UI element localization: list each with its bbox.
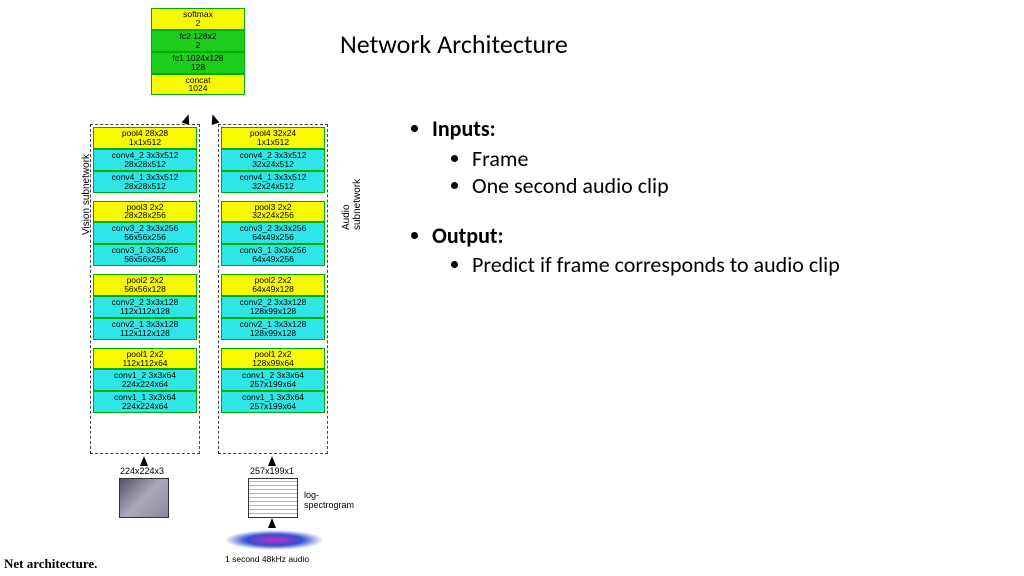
layer-block: conv2_2 3x3x128 112x112x128 (93, 296, 197, 318)
arrow-icon (268, 456, 276, 466)
waveform-label: 1 second 48kHz audio (225, 554, 309, 564)
layer-block: pool2 2x2 64x49x128 (221, 274, 325, 296)
layer-block: conv2_1 3x3x128 112x112x128 (93, 318, 197, 340)
frame-thumbnail (119, 478, 169, 518)
output-heading: Output: (432, 222, 840, 250)
audio-subnetwork: pool4 32x24 1x1x512conv4_2 3x3x512 32x24… (218, 124, 328, 454)
bullet-list: Inputs: Frame One second audio clip Outp… (410, 115, 840, 279)
layer-block: pool1 2x2 112x112x64 (93, 348, 197, 370)
layer-block: pool2 2x2 56x56x128 (93, 274, 197, 296)
layer-block: conv3_1 3x3x256 64x49x256 (221, 244, 325, 266)
page-title: Network Architecture (340, 28, 568, 60)
layer-block: conv3_2 3x3x256 56x56x256 (93, 222, 197, 244)
output-item: Predict if frame corresponds to audio cl… (472, 251, 840, 279)
layer-block: pool4 28x28 1x1x512 (93, 127, 197, 149)
layer-block: conv1_1 3x3x64 257x199x64 (221, 391, 325, 413)
layer-block: concat 1024 (151, 74, 245, 96)
layer-block: conv3_1 3x3x256 56x56x256 (93, 244, 197, 266)
layer-block: conv2_1 3x3x128 128x99x128 (221, 318, 325, 340)
layer-block: fc2 128x2 2 (151, 30, 245, 52)
figure-caption: Net architecture. (4, 556, 97, 572)
arrow-icon (268, 518, 276, 528)
layer-block: conv1_2 3x3x64 257x199x64 (221, 369, 325, 391)
layer-group: pool1 2x2 112x112x64conv1_2 3x3x64 224x2… (93, 348, 197, 414)
input-item: Frame (472, 145, 840, 173)
layer-block: pool1 2x2 128x99x64 (221, 348, 325, 370)
architecture-diagram: softmax 2fc2 128x2 2fc1 1024x128 128conc… (28, 0, 358, 576)
layer-block: conv4_1 3x3x512 28x28x512 (93, 171, 197, 193)
layer-block: conv3_2 3x3x256 64x49x256 (221, 222, 325, 244)
layer-block: conv4_2 3x3x512 28x28x512 (93, 149, 197, 171)
layer-block: pool3 2x2 28x28x256 (93, 201, 197, 223)
layer-group: pool2 2x2 56x56x128conv2_2 3x3x128 112x1… (93, 274, 197, 340)
inputs-heading: Inputs: (432, 115, 840, 143)
layer-block: conv1_2 3x3x64 224x224x64 (93, 369, 197, 391)
layer-block: conv2_2 3x3x128 128x99x128 (221, 296, 325, 318)
layer-block: softmax 2 (151, 8, 245, 30)
waveform-graphic (224, 530, 324, 550)
layer-block: fc1 1024x128 128 (151, 52, 245, 74)
arrow-icon (140, 456, 148, 466)
layer-block: conv4_1 3x3x512 32x24x512 (221, 171, 325, 193)
layer-group: pool2 2x2 64x49x128conv2_2 3x3x128 128x9… (221, 274, 325, 340)
input-item: One second audio clip (472, 172, 840, 200)
audio-label: Audio subnetwork (341, 179, 363, 230)
layer-block: conv1_1 3x3x64 224x224x64 (93, 391, 197, 413)
spectrogram-thumbnail (248, 478, 298, 518)
layer-block: conv4_2 3x3x512 32x24x512 (221, 149, 325, 171)
vision-label: Vision subnetwork (81, 154, 92, 235)
top-stack: softmax 2fc2 128x2 2fc1 1024x128 128conc… (151, 8, 245, 95)
spectrogram-label: log-spectrogram (304, 490, 358, 510)
layer-group: pool1 2x2 128x99x64conv1_2 3x3x64 257x19… (221, 348, 325, 414)
layer-group: pool4 32x24 1x1x512conv4_2 3x3x512 32x24… (221, 127, 325, 193)
audio-input-dim: 257x199x1 (250, 466, 294, 476)
layer-block: pool3 2x2 32x24x256 (221, 201, 325, 223)
vision-subnetwork: pool4 28x28 1x1x512conv4_2 3x3x512 28x28… (90, 124, 200, 454)
layer-group: pool3 2x2 28x28x256conv3_2 3x3x256 56x56… (93, 201, 197, 267)
layer-group: pool4 28x28 1x1x512conv4_2 3x3x512 28x28… (93, 127, 197, 193)
layer-block: pool4 32x24 1x1x512 (221, 127, 325, 149)
vision-input-dim: 224x224x3 (120, 466, 164, 476)
layer-group: pool3 2x2 32x24x256conv3_2 3x3x256 64x49… (221, 201, 325, 267)
